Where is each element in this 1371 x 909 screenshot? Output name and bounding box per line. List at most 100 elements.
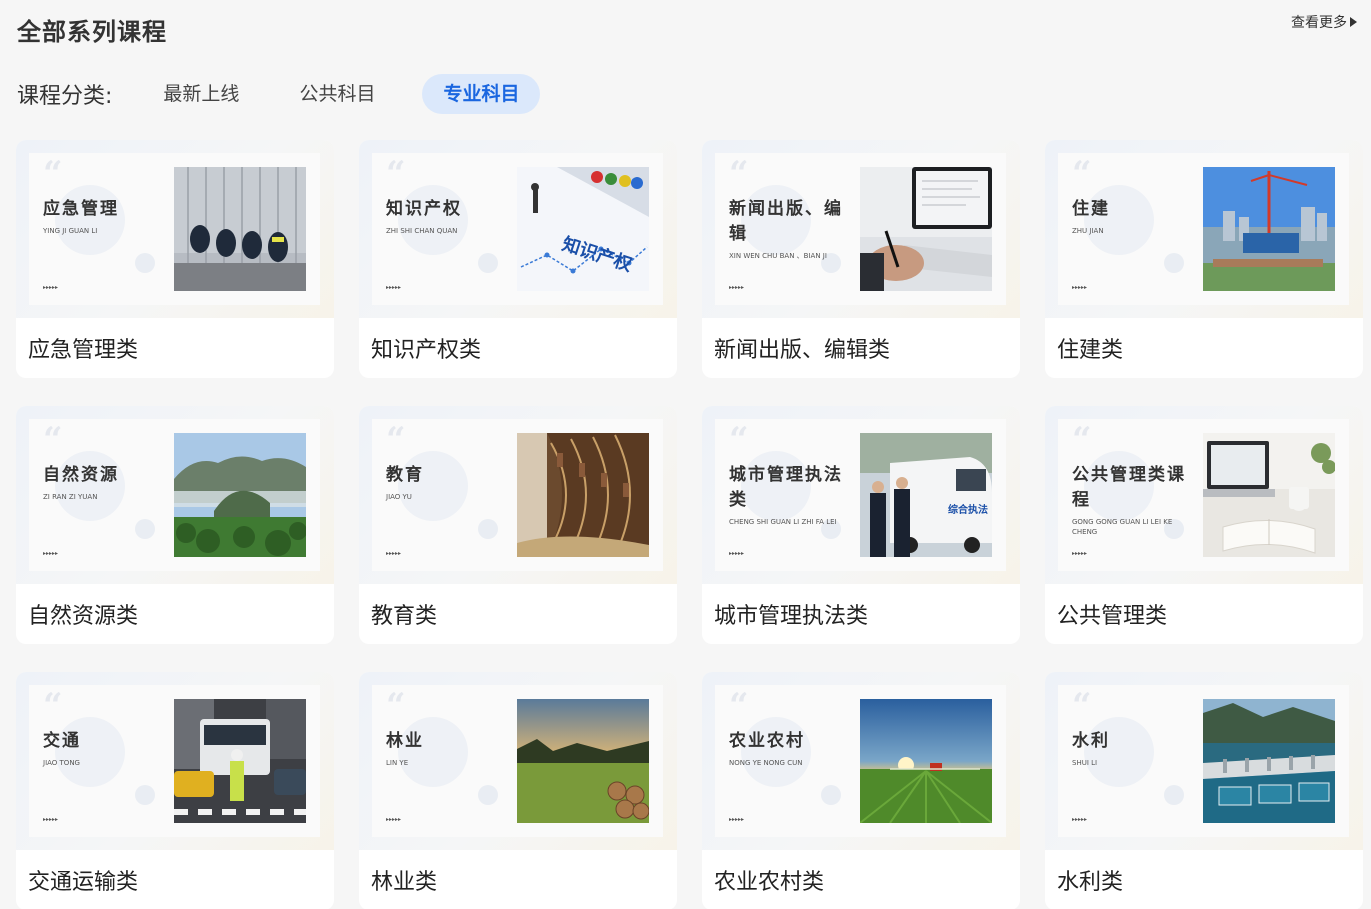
filter-label: 课程分类: [17,84,113,109]
city-enforcement-photo: 综合执法 [860,433,992,557]
thumbnail-title: 住建 ZHU JIAN [1072,197,1190,236]
thumbnail-title: 林业 LIN YE [386,729,504,768]
decorative-circle [478,253,498,273]
course-title: 交通运输类 [28,870,139,895]
course-title: 新闻出版、编辑类 [714,338,891,363]
thumbnail-pinyin: YING JI GUAN LI [43,227,98,235]
quote-mark-icon: “ [729,154,749,194]
thumbnail-pinyin: XIN WEN CHU BAN 、BIAN JI [729,252,827,260]
thumbnail-title: 城市管理执法类 CHENG SHI GUAN LI ZHI FA LEI [729,463,847,527]
course-title: 知识产权类 [371,338,482,363]
thumbnail-pinyin: CHENG SHI GUAN LI ZHI FA LEI [729,518,837,526]
course-title: 教育类 [371,604,438,629]
thumbnail-panel: “ 教育 JIAO YU ▸▸▸▸▸ [372,419,663,571]
course-thumbnail: “ 自然资源 ZI RAN ZI YUAN ▸▸▸▸▸ [16,406,334,584]
course-grid: “ 应急管理 YING JI GUAN LI ▸▸▸▸▸ 应急管理类 “ 知识产… [16,140,1363,909]
course-card-news-publishing[interactable]: “ 新闻出版、编辑XIN WEN CHU BAN 、BIAN JI ▸▸▸▸▸ [702,140,1020,378]
caret-right-icon [1350,17,1357,27]
course-thumbnail: “ 公共管理类课程 GONG GONG GUAN LI LEI KE CHENG … [1045,406,1363,584]
decorative-circle [821,785,841,805]
decorative-circle [1164,253,1184,273]
course-thumbnail: “ 住建 ZHU JIAN ▸▸▸▸▸ [1045,140,1363,318]
construction-site-photo [1203,167,1335,291]
photo-caption: 综合执法 [948,503,988,516]
arrow-dots-icon: ▸▸▸▸▸ [386,284,402,291]
arrow-dots-icon: ▸▸▸▸▸ [386,816,402,823]
course-thumbnail: “ 交通 JIAO TONG ▸▸▸▸▸ [16,672,334,850]
emergency-workers-photo [174,167,306,291]
course-thumbnail: “ 应急管理 YING JI GUAN LI ▸▸▸▸▸ [16,140,334,318]
arrow-dots-icon: ▸▸▸▸▸ [729,284,745,291]
tab-latest[interactable]: 最新上线 [150,74,252,114]
course-thumbnail: “ 教育 JIAO YU ▸▸▸▸▸ [359,406,677,584]
course-thumbnail: “ 城市管理执法类 CHENG SHI GUAN LI ZHI FA LEI ▸▸… [702,406,1020,584]
thumbnail-title: 公共管理类课程 GONG GONG GUAN LI LEI KE CHENG [1072,463,1190,537]
thumbnail-panel: “ 住建 ZHU JIAN ▸▸▸▸▸ [1058,153,1349,305]
view-more-link[interactable]: 查看更多 [1291,12,1357,32]
course-title: 公共管理类 [1057,604,1168,629]
course-title: 水利类 [1057,870,1124,895]
water-dam-photo [1203,699,1335,823]
course-card-emergency[interactable]: “ 应急管理 YING JI GUAN LI ▸▸▸▸▸ 应急管理类 [16,140,334,378]
thumbnail-panel: “ 交通 JIAO TONG ▸▸▸▸▸ [29,685,320,837]
course-card-education[interactable]: “ 教育 JIAO YU ▸▸▸▸▸ 教育类 [359,406,677,644]
quote-mark-icon: “ [386,154,406,194]
arrow-dots-icon: ▸▸▸▸▸ [729,816,745,823]
writing-desk-photo [860,167,992,291]
course-card-transportation[interactable]: “ 交通 JIAO TONG ▸▸▸▸▸ 交通运输类 [16,672,334,909]
tab-public-subjects[interactable]: 公共科目 [286,74,388,114]
course-thumbnail: “ 林业 LIN YE ▸▸▸▸▸ [359,672,677,850]
course-card-natural-resources[interactable]: “ 自然资源 ZI RAN ZI YUAN ▸▸▸▸▸ 自然资源类 [16,406,334,644]
thumbnail-title: 自然资源 ZI RAN ZI YUAN [43,463,161,502]
decorative-circle [135,253,155,273]
forest-sunset-photo [517,699,649,823]
course-card-water-conservancy[interactable]: “ 水利 SHUI LI ▸▸▸▸▸ 水利类 [1045,672,1363,909]
quote-mark-icon: “ [1072,420,1092,460]
page-title: 全部系列课程 [17,18,167,46]
quote-mark-icon: “ [386,420,406,460]
arrow-dots-icon: ▸▸▸▸▸ [1072,550,1088,557]
course-card-public-administration[interactable]: “ 公共管理类课程 GONG GONG GUAN LI LEI KE CHENG … [1045,406,1363,644]
thumbnail-panel: “ 自然资源 ZI RAN ZI YUAN ▸▸▸▸▸ [29,419,320,571]
decorative-circle [135,785,155,805]
decorative-circle [135,519,155,539]
course-thumbnail: “ 水利 SHUI LI ▸▸▸▸▸ [1045,672,1363,850]
laptop-desk-photo [1203,433,1335,557]
thumbnail-panel: “ 林业 LIN YE ▸▸▸▸▸ [372,685,663,837]
thumbnail-pinyin: ZHU JIAN [1072,227,1104,235]
decorative-circle [478,519,498,539]
arrow-dots-icon: ▸▸▸▸▸ [43,816,59,823]
thumbnail-pinyin: ZI RAN ZI YUAN [43,493,98,501]
course-card-intellectual-property[interactable]: “ 知识产权 ZHI SHI CHAN QUAN ▸▸▸▸▸ 知识产权 知识产权… [359,140,677,378]
course-title: 农业农村类 [714,870,825,895]
thumbnail-title: 教育 JIAO YU [386,463,504,502]
arrow-dots-icon: ▸▸▸▸▸ [43,284,59,291]
course-card-agriculture[interactable]: “ 农业农村 NONG YE NONG CUN ▸▸▸▸▸ 农业农村类 [702,672,1020,909]
arrow-dots-icon: ▸▸▸▸▸ [386,550,402,557]
tab-professional-subjects[interactable]: 专业科目 [422,74,541,114]
quote-mark-icon: “ [1072,154,1092,194]
course-title: 住建类 [1057,338,1124,363]
quote-mark-icon: “ [43,154,63,194]
thumbnail-title: 交通 JIAO TONG [43,729,161,768]
decorative-circle [1164,785,1184,805]
thumbnail-panel: “ 水利 SHUI LI ▸▸▸▸▸ [1058,685,1349,837]
course-list-page: 全部系列课程 查看更多 课程分类: 最新上线 公共科目 专业科目 “ 应急管理 Y… [0,0,1371,909]
course-card-forestry[interactable]: “ 林业 LIN YE ▸▸▸▸▸ 林业类 [359,672,677,909]
course-card-city-management[interactable]: “ 城市管理执法类 CHENG SHI GUAN LI ZHI FA LEI ▸▸… [702,406,1020,644]
quote-mark-icon: “ [43,686,63,726]
quote-mark-icon: “ [729,686,749,726]
decorative-circle [478,785,498,805]
category-filter: 课程分类: 最新上线 公共科目 专业科目 [17,74,574,114]
quote-mark-icon: “ [386,686,406,726]
course-title: 应急管理类 [28,338,139,363]
arrow-dots-icon: ▸▸▸▸▸ [1072,816,1088,823]
thumbnail-panel: “ 农业农村 NONG YE NONG CUN ▸▸▸▸▸ [715,685,1006,837]
traffic-police-photo [174,699,306,823]
course-card-housing-construction[interactable]: “ 住建 ZHU JIAN ▸▸▸▸▸ 住建类 [1045,140,1363,378]
intellectual-property-photo: 知识产权 [517,167,649,291]
course-title: 林业类 [371,870,438,895]
arrow-dots-icon: ▸▸▸▸▸ [729,550,745,557]
thumbnail-panel: “ 知识产权 ZHI SHI CHAN QUAN ▸▸▸▸▸ 知识产权 [372,153,663,305]
thumbnail-panel: “ 城市管理执法类 CHENG SHI GUAN LI ZHI FA LEI ▸▸… [715,419,1006,571]
